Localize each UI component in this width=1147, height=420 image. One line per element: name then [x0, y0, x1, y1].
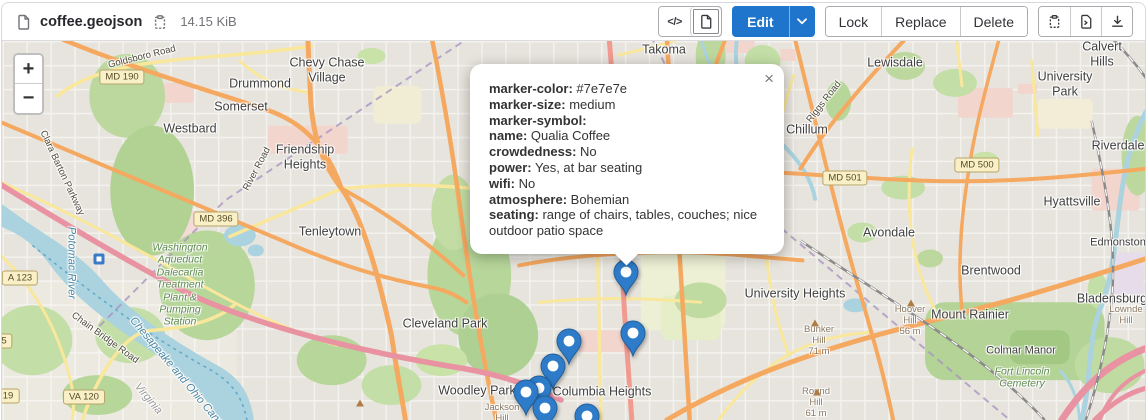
- file-action-buttons: Lock Replace Delete: [825, 6, 1028, 37]
- file-name: coffee.geojson: [40, 14, 142, 30]
- open-raw-button[interactable]: [1070, 7, 1101, 36]
- copy-contents-button[interactable]: [1039, 7, 1070, 36]
- popup-property: marker-symbol:: [489, 113, 766, 129]
- popup-property: wifi: No: [489, 176, 766, 192]
- replace-button[interactable]: Replace: [881, 7, 959, 36]
- file-viewer: coffee.geojson 14.15 KiB </> Edit: [1, 2, 1146, 420]
- file-icon: [699, 14, 714, 29]
- poi-icon: [94, 254, 105, 265]
- feature-popup: × marker-color: #7e7e7emarker-size: medi…: [470, 64, 784, 254]
- file-header: coffee.geojson 14.15 KiB </> Edit: [2, 3, 1145, 41]
- download-icon: [1110, 14, 1125, 29]
- file-utility-buttons: [1038, 6, 1133, 37]
- popup-properties: marker-color: #7e7e7emarker-size: medium…: [489, 81, 766, 239]
- zoom-control: + −: [13, 53, 44, 115]
- popup-property: name: Qualia Coffee: [489, 128, 766, 144]
- lock-button[interactable]: Lock: [826, 7, 882, 36]
- chevron-down-icon: [797, 18, 807, 25]
- popup-property: marker-size: medium: [489, 97, 766, 113]
- map-marker-icon[interactable]: [620, 320, 646, 358]
- edit-dropdown-button[interactable]: [789, 6, 815, 37]
- rendered-view-button[interactable]: [690, 7, 721, 36]
- file-size: 14.15 KiB: [180, 14, 236, 29]
- edit-split-button: Edit: [732, 6, 814, 37]
- popup-property: marker-color: #7e7e7e: [489, 81, 766, 97]
- popup-property: power: Yes, at bar seating: [489, 160, 766, 176]
- map-marker-icon[interactable]: [574, 403, 600, 420]
- copy-file-path-button[interactable]: [150, 12, 170, 32]
- zoom-out-button[interactable]: −: [15, 84, 42, 113]
- delete-button[interactable]: Delete: [960, 7, 1027, 36]
- popup-property: seating: range of chairs, tables, couche…: [489, 207, 766, 239]
- map-marker-icon[interactable]: [532, 395, 558, 420]
- zoom-in-button[interactable]: +: [15, 55, 42, 84]
- header-actions: </> Edit Lock Replace D: [658, 6, 1133, 37]
- download-button[interactable]: [1101, 7, 1132, 36]
- edit-button[interactable]: Edit: [732, 6, 788, 37]
- source-view-button[interactable]: </>: [659, 7, 690, 36]
- popup-close-icon[interactable]: ×: [764, 69, 774, 89]
- display-toggle: </>: [658, 6, 722, 37]
- popup-property: atmosphere: Bohemian: [489, 192, 766, 208]
- code-icon: </>: [667, 16, 681, 28]
- raw-file-icon: [1079, 14, 1094, 29]
- document-icon: [16, 14, 32, 30]
- map[interactable]: TakomaLewisdaleCalvert HillsUniversity P…: [2, 41, 1146, 420]
- popup-property: crowdedness: No: [489, 144, 766, 160]
- clipboard-icon: [1047, 14, 1062, 29]
